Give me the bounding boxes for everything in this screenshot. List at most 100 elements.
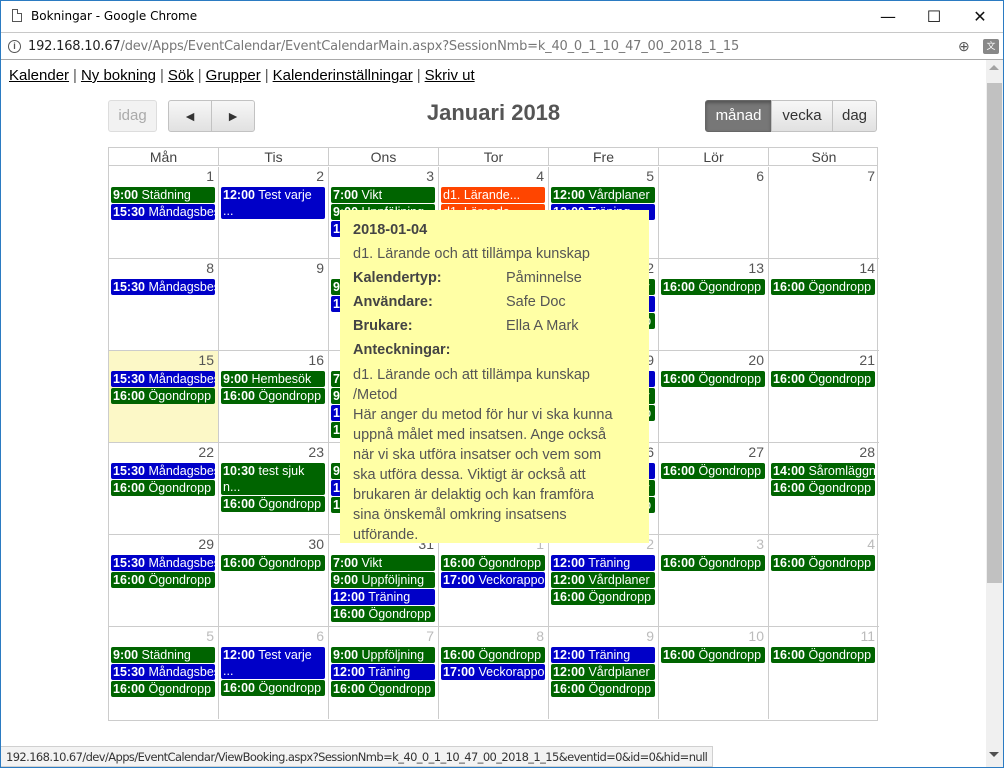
- day-number[interactable]: 4: [867, 536, 875, 552]
- calendar-event[interactable]: 17:00 Veckorapport: [441, 572, 545, 588]
- day-number[interactable]: 15: [198, 352, 214, 368]
- day-cell[interactable]: 9: [219, 259, 329, 351]
- next-month-button[interactable]: ►: [211, 100, 255, 132]
- view-week-button[interactable]: vecka: [771, 100, 833, 132]
- calendar-event[interactable]: 16:00 Ögondropp: [331, 606, 435, 622]
- calendar-event[interactable]: 16:00 Ögondropp: [111, 681, 215, 697]
- calendar-event[interactable]: 9:00 Städning: [111, 647, 215, 663]
- day-number[interactable]: 22: [198, 444, 214, 460]
- calendar-event[interactable]: 16:00 Ögondropp: [551, 589, 655, 605]
- zoom-icon[interactable]: ⊕: [958, 38, 970, 55]
- calendar-event[interactable]: 12:00 Träning: [331, 589, 435, 605]
- close-button[interactable]: ✕: [957, 1, 1003, 32]
- day-cell[interactable]: 1 16:00 Ögondropp 17:00 Veckorapport: [439, 535, 549, 627]
- day-cell[interactable]: 59:00 Städning15:30 Måndagsbesök16:00 Ög…: [109, 627, 219, 719]
- day-cell[interactable]: 2915:30 Måndagsbesök16:00 Ögondropp: [109, 535, 219, 627]
- calendar-event[interactable]: 16:00 Ögondropp: [111, 480, 215, 496]
- day-number[interactable]: 9: [646, 628, 654, 644]
- day-cell[interactable]: 20 16:00 Ögondropp: [659, 351, 769, 443]
- day-cell[interactable]: 1515:30 Måndagsbesök16:00 Ögondropp: [109, 351, 219, 443]
- calendar-event[interactable]: 12:00 Test varje ...: [221, 187, 325, 219]
- calendar-event[interactable]: 14:00 Såromläggning: [771, 463, 875, 479]
- calendar-event[interactable]: 10:30 test sjuk n...: [221, 463, 325, 495]
- calendar-event[interactable]: 12:00 Vårdplaner: [551, 187, 655, 203]
- calendar-event[interactable]: 15:30 Måndagsbesök: [111, 279, 215, 295]
- day-number[interactable]: 8: [536, 628, 544, 644]
- address-bar[interactable]: i 192.168.10.67/dev/Apps/EventCalendar/E…: [1, 32, 1003, 60]
- day-number[interactable]: 6: [756, 168, 764, 184]
- calendar-event[interactable]: 15:30 Måndagsbesök: [111, 371, 215, 387]
- calendar-event[interactable]: 16:00 Ögondropp: [771, 279, 875, 295]
- day-number[interactable]: 5: [206, 628, 214, 644]
- calendar-event[interactable]: 7:00 Vikt: [331, 555, 435, 571]
- day-number[interactable]: 3: [756, 536, 764, 552]
- day-number[interactable]: 14: [859, 260, 875, 276]
- day-number[interactable]: 7: [867, 168, 875, 184]
- calendar-event[interactable]: 16:00 Ögondropp: [771, 480, 875, 496]
- day-number[interactable]: 2: [316, 168, 324, 184]
- day-number[interactable]: 9: [316, 260, 324, 276]
- calendar-event[interactable]: 16:00 Ögondropp: [221, 680, 325, 696]
- today-button[interactable]: idag: [108, 100, 157, 132]
- day-cell[interactable]: 13 16:00 Ögondropp: [659, 259, 769, 351]
- day-number[interactable]: 11: [860, 628, 875, 644]
- calendar-event[interactable]: 16:00 Ögondropp: [221, 555, 325, 571]
- day-cell[interactable]: 28 14:00 Såromläggning16:00 Ögondropp: [769, 443, 879, 535]
- calendar-event[interactable]: 16:00 Ögondropp: [661, 463, 765, 479]
- day-number[interactable]: 5: [646, 168, 654, 184]
- calendar-event[interactable]: 16:00 Ögondropp: [111, 572, 215, 588]
- day-cell[interactable]: 27 16:00 Ögondropp: [659, 443, 769, 535]
- calendar-event[interactable]: 16:00 Ögondropp: [661, 371, 765, 387]
- scrollbar-thumb[interactable]: [987, 83, 1002, 583]
- day-cell[interactable]: 10 16:00 Ögondropp: [659, 627, 769, 719]
- day-cell[interactable]: 6 12:00 Test varje ... 16:00 Ögondropp: [219, 627, 329, 719]
- nav-link-grupper[interactable]: Grupper: [206, 67, 261, 84]
- nav-link-skriv-ut[interactable]: Skriv ut: [425, 67, 475, 84]
- calendar-event[interactable]: 16:00 Ögondropp: [771, 555, 875, 571]
- day-number[interactable]: 7: [426, 628, 434, 644]
- nav-link-kalender[interactable]: Kalender: [9, 67, 69, 84]
- day-number[interactable]: 28: [859, 444, 875, 460]
- day-cell[interactable]: 7 9:00 Uppföljning 12:00 Träning 16:00 Ögon…: [329, 627, 439, 719]
- calendar-event[interactable]: 16:00 Ögondropp: [771, 647, 875, 663]
- day-cell[interactable]: 11 16:00 Ögondropp: [769, 627, 879, 719]
- day-cell[interactable]: 8 16:00 Ögondropp 17:00 Veckorapport: [439, 627, 549, 719]
- nav-link-kalenderinstallningar[interactable]: Kalenderinställningar: [273, 67, 413, 84]
- calendar-event[interactable]: 16:00 Ögondropp: [661, 279, 765, 295]
- day-number[interactable]: 16: [308, 352, 324, 368]
- calendar-event[interactable]: 12:00 Träning: [551, 555, 655, 571]
- day-cell[interactable]: 4 16:00 Ögondropp: [769, 535, 879, 627]
- calendar-event[interactable]: 16:00 Ögondropp: [661, 555, 765, 571]
- calendar-event[interactable]: d1. Lärande...: [441, 187, 545, 203]
- day-cell[interactable]: 2 12:00 Test varje ...: [219, 167, 329, 259]
- day-number[interactable]: 1: [206, 168, 214, 184]
- translate-icon[interactable]: 文: [983, 39, 999, 54]
- calendar-event[interactable]: 16:00 Ögondropp: [221, 496, 325, 512]
- view-day-button[interactable]: dag: [832, 100, 877, 132]
- calendar-event[interactable]: 15:30 Måndagsbesök: [111, 463, 215, 479]
- day-cell[interactable]: 22 15:30 Måndagsbesök16:00 Ögondropp: [109, 443, 219, 535]
- day-number[interactable]: 13: [748, 260, 764, 276]
- day-cell[interactable]: 9 12:00 Träning 12:00 Vårdplaner 16:00 Ögon…: [549, 627, 659, 719]
- day-number[interactable]: 23: [308, 444, 324, 460]
- calendar-event[interactable]: 16:00 Ögondropp: [771, 371, 875, 387]
- calendar-event[interactable]: 16:00 Ögondropp: [221, 388, 325, 404]
- nav-link-ny-bokning[interactable]: Ny bokning: [81, 67, 156, 84]
- calendar-event[interactable]: 16:00 Ögondropp: [661, 647, 765, 663]
- day-cell[interactable]: 16 9:00 Hembesök 16:00 Ögondropp: [219, 351, 329, 443]
- day-number[interactable]: 27: [748, 444, 764, 460]
- calendar-event[interactable]: 17:00 Veckorapport: [441, 664, 545, 680]
- scroll-up-arrow-icon[interactable]: [989, 65, 999, 70]
- calendar-event[interactable]: 16:00 Ögondropp: [441, 647, 545, 663]
- calendar-event[interactable]: 9:00 Uppföljning: [331, 647, 435, 663]
- calendar-event[interactable]: 12:00 Vårdplaner: [551, 664, 655, 680]
- day-number[interactable]: 8: [206, 260, 214, 276]
- calendar-event[interactable]: 9:00 Städning: [111, 187, 215, 203]
- day-cell[interactable]: 1 9:00 Städning15:30 Måndagsbesök: [109, 167, 219, 259]
- vertical-scrollbar[interactable]: [986, 60, 1003, 767]
- calendar-event[interactable]: 12:00 Träning: [551, 647, 655, 663]
- calendar-event[interactable]: 15:30 Måndagsbesök: [111, 204, 215, 220]
- prev-month-button[interactable]: ◄: [168, 100, 212, 132]
- day-number[interactable]: 3: [426, 168, 434, 184]
- day-cell[interactable]: 21 16:00 Ögondropp: [769, 351, 879, 443]
